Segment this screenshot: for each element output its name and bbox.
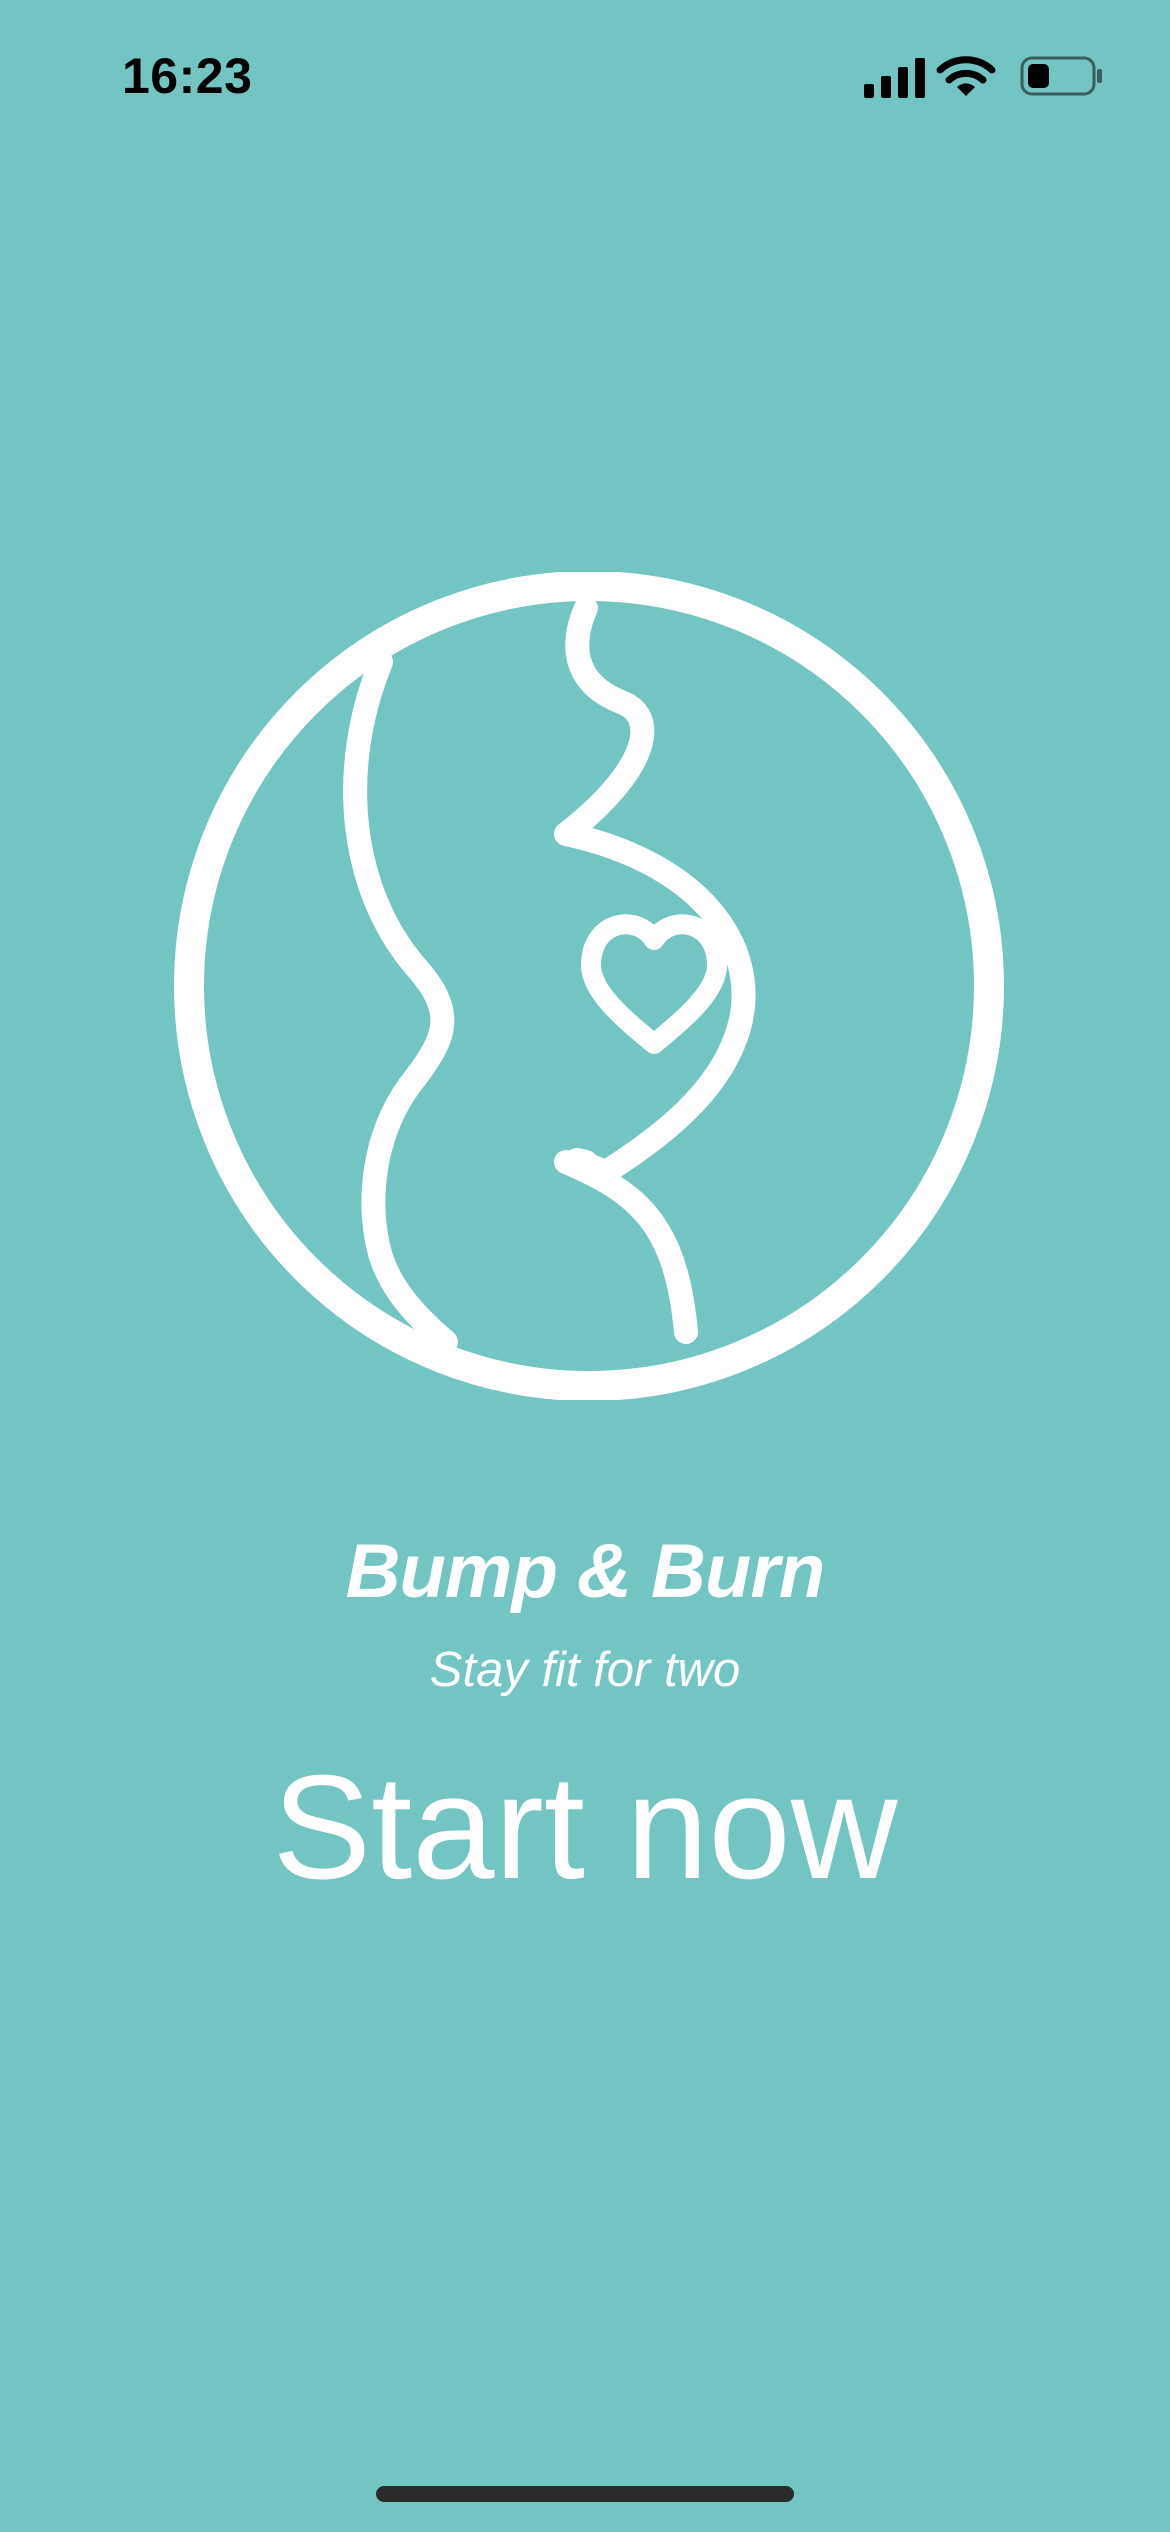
wifi-icon — [936, 56, 996, 96]
pregnancy-heart-logo-icon — [174, 572, 1004, 1400]
app-title: Bump & Burn — [345, 1529, 826, 1614]
app-subtitle: Stay fit for two — [429, 1643, 741, 1697]
signal-icon — [864, 58, 925, 98]
launch-screen: 16:23 Bump & Burn Stay fit for two Start… — [0, 0, 1170, 2532]
start-now-button[interactable]: Start now — [235, 1748, 935, 1908]
status-bar: 16:23 — [0, 0, 1170, 140]
home-indicator[interactable] — [376, 2486, 794, 2502]
status-icons — [840, 52, 1170, 102]
status-time: 16:23 — [122, 48, 253, 104]
battery-icon — [1020, 56, 1102, 96]
